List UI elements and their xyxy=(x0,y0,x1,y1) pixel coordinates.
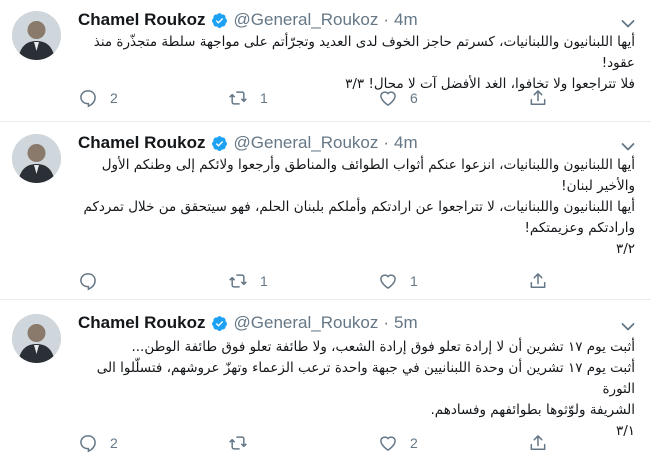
tweet-actions: 2 2 xyxy=(78,433,548,453)
like-button[interactable]: 6 xyxy=(378,88,528,108)
share-icon xyxy=(528,271,548,291)
tweet-text-line: أثبت يوم ١٧ تشرين أن لا إرادة تعلو فوق إ… xyxy=(131,339,635,355)
like-icon xyxy=(378,271,398,291)
tweet-text-line: أثبت يوم ١٧ تشرين أن وحدة اللبنانيين في … xyxy=(96,360,635,397)
author-name[interactable]: Chamel Roukoz xyxy=(78,313,206,333)
separator-dot: · xyxy=(383,10,390,29)
tweet-actions: 2 1 6 xyxy=(78,88,548,108)
retweet-icon xyxy=(228,433,248,453)
share-button[interactable] xyxy=(528,433,548,453)
tweet-text-line: الشريفة ولوّثوها بطوائفهم وفسادهم. xyxy=(430,402,635,418)
tweet-header: Chamel Roukoz @General_Roukoz · 4m xyxy=(78,132,611,154)
retweet-icon xyxy=(228,88,248,108)
tweet-text-line: أيها اللبنانيون واللبنانيات، انزعوا عنكم… xyxy=(101,157,635,173)
tweet-text-line: وارادتكم وعزيمتكم! xyxy=(524,220,635,236)
tweet-text: أيها اللبنانيون واللبنانيات، انزعوا عنكم… xyxy=(78,155,636,260)
verified-badge-icon xyxy=(211,135,228,152)
retweet-count: 1 xyxy=(260,273,268,289)
reply-count: 2 xyxy=(110,90,118,106)
share-icon xyxy=(528,433,548,453)
verified-badge-icon xyxy=(211,12,228,29)
reply-button[interactable]: 2 xyxy=(78,88,228,108)
reply-count: 2 xyxy=(110,435,118,451)
like-count: 2 xyxy=(410,435,418,451)
chevron-down-icon[interactable] xyxy=(621,317,635,336)
avatar[interactable] xyxy=(12,11,61,60)
reply-icon xyxy=(78,88,98,108)
tweet-text: أيها اللبنانيون واللبنانيات، كسرتم حاجز … xyxy=(78,32,635,95)
chevron-down-icon[interactable] xyxy=(621,137,635,156)
like-icon xyxy=(378,88,398,108)
retweet-icon xyxy=(228,271,248,291)
like-count: 1 xyxy=(410,273,418,289)
tweet-text-line: والأخير لبنان! xyxy=(561,178,635,194)
share-button[interactable] xyxy=(528,88,548,108)
retweet-button[interactable] xyxy=(228,433,378,453)
tweet-timestamp[interactable]: 5m xyxy=(394,313,418,333)
tweet-header: Chamel Roukoz @General_Roukoz · 5m xyxy=(78,312,611,334)
retweet-button[interactable]: 1 xyxy=(228,88,378,108)
separator-dot: · xyxy=(383,313,390,332)
tweet-timestamp[interactable]: 4m xyxy=(394,133,418,153)
separator-dot: · xyxy=(383,133,390,152)
tweet-card[interactable]: Chamel Roukoz @General_Roukoz · 4m أيها … xyxy=(0,123,651,300)
tweet-card[interactable]: Chamel Roukoz @General_Roukoz · 4m أيها … xyxy=(0,0,651,122)
author-name[interactable]: Chamel Roukoz xyxy=(78,10,206,30)
tweet-card[interactable]: Chamel Roukoz @General_Roukoz · 5m أثبت … xyxy=(0,301,651,469)
tweet-text-line: ٣/٢ xyxy=(615,241,635,257)
verified-badge-icon xyxy=(211,315,228,332)
reply-button[interactable] xyxy=(78,271,228,291)
share-icon xyxy=(528,88,548,108)
retweet-count: 1 xyxy=(260,90,268,106)
tweet-text-line: أيها اللبنانيون واللبنانيات، كسرتم حاجز … xyxy=(93,34,635,71)
author-handle[interactable]: @General_Roukoz xyxy=(234,133,379,153)
like-count: 6 xyxy=(410,90,418,106)
chevron-down-icon[interactable] xyxy=(621,14,635,33)
retweet-button[interactable]: 1 xyxy=(228,271,378,291)
tweet-header: Chamel Roukoz @General_Roukoz · 4m xyxy=(78,9,611,31)
avatar[interactable] xyxy=(12,134,61,183)
author-handle[interactable]: @General_Roukoz xyxy=(234,10,379,30)
tweet-timestamp[interactable]: 4m xyxy=(394,10,418,30)
share-button[interactable] xyxy=(528,271,548,291)
like-button[interactable]: 2 xyxy=(378,433,528,453)
author-handle[interactable]: @General_Roukoz xyxy=(234,313,379,333)
tweet-actions: 1 1 xyxy=(78,271,548,291)
reply-icon xyxy=(78,433,98,453)
avatar[interactable] xyxy=(12,314,61,363)
author-name[interactable]: Chamel Roukoz xyxy=(78,133,206,153)
like-icon xyxy=(378,433,398,453)
like-button[interactable]: 1 xyxy=(378,271,528,291)
reply-icon xyxy=(78,271,98,291)
tweet-text-line: أيها اللبنانيون واللبنانيات، لا تتراجعوا… xyxy=(83,199,636,215)
tweet-text: أثبت يوم ١٧ تشرين أن لا إرادة تعلو فوق إ… xyxy=(78,337,635,442)
reply-button[interactable]: 2 xyxy=(78,433,228,453)
